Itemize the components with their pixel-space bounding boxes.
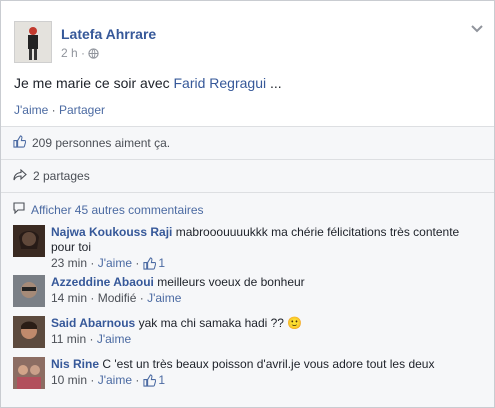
- post-card: Latefa Ahrrare 2 h · Je me marie ce soir…: [0, 0, 495, 408]
- comment-body: Nis Rine C 'est un très beaux poisson d'…: [51, 355, 494, 372]
- view-more-comments[interactable]: Afficher 45 autres commentaires: [1, 193, 494, 223]
- comment-item: Najwa Koukouss Raji mabrooouuuukkk ma ch…: [1, 223, 494, 270]
- like-count-value[interactable]: 1: [158, 373, 165, 387]
- post-meta: 2 h ·: [61, 46, 100, 62]
- comment-meta: 11 min · J'aime: [51, 332, 132, 346]
- view-more-comments-label[interactable]: Afficher 45 autres commentaires: [31, 203, 204, 217]
- comment-item: Nis Rine C 'est un très beaux poisson d'…: [1, 355, 494, 393]
- chevron-down-icon[interactable]: [470, 21, 484, 33]
- likes-count-text[interactable]: 209 personnes aiment ça.: [32, 136, 170, 150]
- comment-like-button[interactable]: J'aime: [98, 373, 132, 387]
- comment-text: meilleurs voeux de bonheur: [157, 275, 305, 289]
- commenter-avatar[interactable]: [13, 357, 45, 389]
- tagged-user-link[interactable]: Farid Regragui: [174, 75, 267, 91]
- post-text-suffix: ...: [266, 75, 282, 91]
- comment-like-button[interactable]: J'aime: [147, 291, 181, 305]
- thumbs-up-icon: [143, 256, 157, 270]
- comment-like-button[interactable]: J'aime: [97, 332, 131, 346]
- comment-time[interactable]: 14 min: [51, 291, 87, 305]
- smiley-emoji-icon: 🙂: [287, 316, 303, 330]
- meta-separator: ·: [81, 46, 86, 60]
- author-avatar[interactable]: [14, 21, 52, 63]
- like-count-value[interactable]: 1: [158, 256, 165, 270]
- comment-item: Said Abarnous yak ma chi samaka hadi ?? …: [1, 314, 494, 352]
- post-header: Latefa Ahrrare 2 h · Je me marie ce soir…: [1, 1, 494, 127]
- commenter-avatar[interactable]: [13, 275, 45, 307]
- commenter-name[interactable]: Nis Rine: [51, 357, 99, 371]
- comment-item: Azzeddine Abaoui meilleurs voeux de bonh…: [1, 273, 494, 311]
- comment-bubble-icon: [13, 202, 31, 217]
- commenter-avatar[interactable]: [13, 316, 45, 348]
- shares-count-text[interactable]: 2 partages: [33, 169, 90, 183]
- commenter-name[interactable]: Azzeddine Abaoui: [51, 275, 154, 289]
- thumbs-up-icon: [13, 135, 32, 151]
- comment-meta: 14 min · Modifié · J'aime: [51, 291, 182, 305]
- comment-time[interactable]: 10 min: [51, 373, 87, 387]
- comment-meta: 23 min · J'aime · 1: [51, 256, 166, 270]
- share-arrow-icon: [13, 168, 33, 184]
- commenter-name[interactable]: Said Abarnous: [51, 316, 135, 330]
- comment-body: Najwa Koukouss Raji mabrooouuuukkk ma ch…: [51, 223, 494, 255]
- author-name[interactable]: Latefa Ahrrare: [61, 26, 156, 42]
- comment-like-button[interactable]: J'aime: [98, 256, 132, 270]
- post-time[interactable]: 2 h: [61, 46, 78, 60]
- comment-time[interactable]: 11 min: [51, 332, 86, 346]
- comment-text: C 'est un très beaux poisson d'avril.je …: [102, 357, 435, 371]
- like-button[interactable]: J'aime: [14, 103, 48, 117]
- post-text: Je me marie ce soir avec Farid Regragui …: [14, 75, 282, 91]
- commenter-avatar[interactable]: [13, 225, 45, 257]
- globe-icon: [88, 48, 100, 62]
- comment-text: yak ma chi samaka hadi ??: [138, 316, 288, 330]
- share-button[interactable]: Partager: [59, 103, 105, 117]
- likes-summary[interactable]: 209 personnes aiment ça.: [1, 127, 494, 160]
- comment-like-count[interactable]: 1: [143, 373, 165, 387]
- comment-body: Azzeddine Abaoui meilleurs voeux de bonh…: [51, 273, 494, 290]
- comment-modified-label[interactable]: Modifié: [98, 291, 137, 305]
- thumbs-up-icon: [143, 373, 157, 387]
- comment-body: Said Abarnous yak ma chi samaka hadi ?? …: [51, 314, 494, 331]
- post-actions: J'aime · Partager: [14, 103, 106, 117]
- post-text-prefix: Je me marie ce soir avec: [14, 75, 174, 91]
- shares-summary[interactable]: 2 partages: [1, 160, 494, 193]
- comment-meta: 10 min · J'aime · 1: [51, 373, 166, 387]
- comment-like-count[interactable]: 1: [143, 256, 165, 270]
- comment-time[interactable]: 23 min: [51, 256, 87, 270]
- commenter-name[interactable]: Najwa Koukouss Raji: [51, 225, 172, 239]
